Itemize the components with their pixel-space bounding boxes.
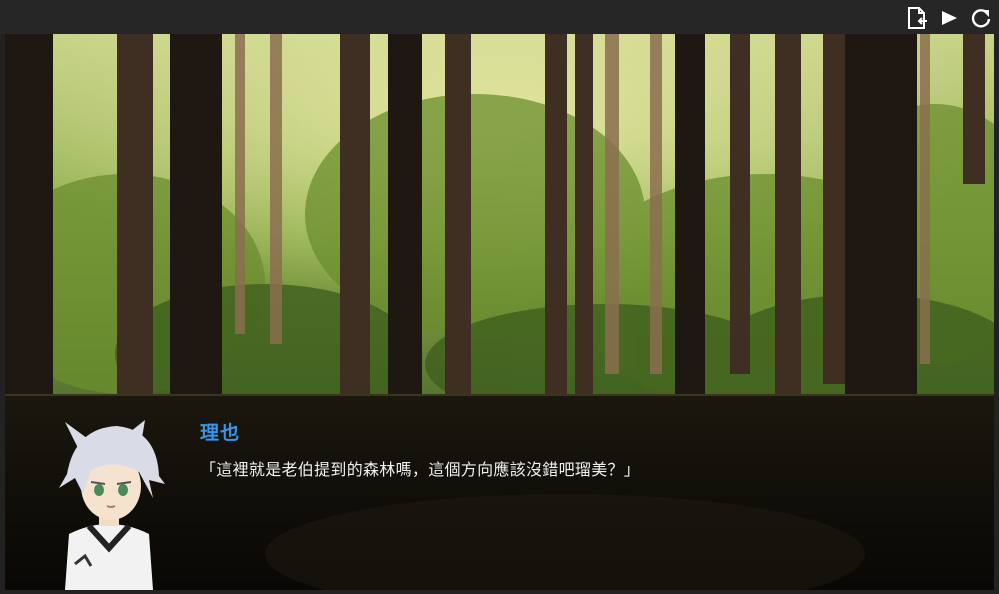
- character-portrait: [45, 414, 173, 590]
- play-icon[interactable]: [937, 6, 961, 30]
- dialog-box[interactable]: 理也 「這裡就是老伯提到的森林嗎，這個方向應該沒錯吧瑠美？」: [5, 396, 994, 590]
- speaker-name: 理也: [200, 422, 241, 444]
- exit-file-icon[interactable]: [905, 6, 929, 30]
- restart-icon[interactable]: [969, 6, 993, 30]
- dialog-text: 「這裡就是老伯提到的森林嗎，這個方向應該沒錯吧瑠美？」: [200, 460, 641, 479]
- toolbar: [905, 6, 993, 30]
- top-bar: [0, 0, 999, 34]
